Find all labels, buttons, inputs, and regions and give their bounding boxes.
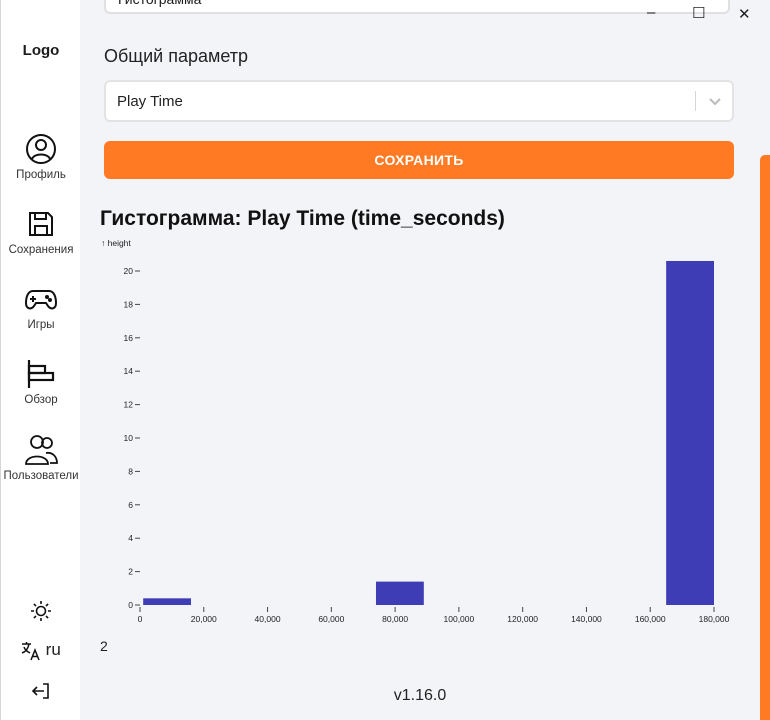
x-tick-label: 40,000 [255, 614, 281, 624]
sidebar-item-games[interactable]: Игры [1, 283, 81, 331]
scrollbar[interactable] [760, 155, 770, 720]
maximize-icon[interactable]: ☐ [692, 4, 705, 22]
histogram-chart: ↑ height 0 2 4 6 8 10 12 14 16 18 20 0 20,000 40,000… [101, 238, 730, 624]
floppy-disk-icon [29, 212, 53, 236]
language-label: ru [45, 640, 61, 659]
histogram-bar [375, 581, 424, 605]
chart-title: Гистограмма: Play Time (time_seconds) [100, 207, 505, 230]
y-tick-label: 12 [124, 400, 134, 410]
users-icon [25, 435, 58, 465]
sidebar-item-profile[interactable]: Профиль [1, 133, 81, 181]
y-tick-label: 20 [124, 266, 134, 276]
param-label: Общий параметр [104, 46, 249, 66]
sidebar-item-label: Сохранения [8, 244, 74, 256]
x-tick-label: 100,000 [444, 614, 475, 624]
language-switch[interactable]: ru [1, 640, 81, 661]
sidebar-item-label: Игры [27, 319, 55, 331]
x-tick-label: 0 [138, 614, 143, 624]
y-tick-label: 8 [128, 466, 133, 476]
minimize-icon[interactable]: – [647, 4, 655, 21]
x-tick-label: 20,000 [191, 614, 217, 624]
chart-type-select[interactable]: Гистограмма [104, 0, 730, 14]
histogram-bar [143, 598, 192, 605]
close-icon[interactable]: ✕ [738, 5, 751, 23]
sidebar-item-overview[interactable]: Обзор [1, 358, 81, 406]
param-select-value: Play Time [117, 93, 183, 110]
x-tick-label: 60,000 [318, 614, 344, 624]
y-tick-label: 10 [124, 433, 134, 443]
param-select[interactable]: Play Time [104, 80, 734, 122]
x-tick-label: 120,000 [507, 614, 538, 624]
theme-toggle[interactable] [1, 600, 81, 627]
y-tick-label: 16 [124, 333, 134, 343]
record-count: 2 [100, 638, 108, 654]
sidebar-item-label: Пользователи [3, 470, 79, 482]
y-tick-label: 4 [128, 533, 133, 543]
sidebar-item-label: Профиль [16, 169, 66, 181]
y-tick-label: 18 [124, 299, 134, 309]
bar-chart-icon [27, 360, 55, 388]
y-tick-label: 0 [128, 600, 133, 610]
logo[interactable]: Logo [1, 42, 81, 59]
x-tick-label: 80,000 [382, 614, 408, 624]
chevron-down-icon[interactable] [708, 95, 722, 109]
version-label: v1.16.0 [393, 687, 447, 704]
y-axis-label: ↑ height [101, 238, 131, 248]
x-tick-label: 140,000 [571, 614, 602, 624]
y-tick-label: 2 [128, 567, 133, 577]
y-tick-label: 6 [128, 500, 133, 510]
logout-button[interactable] [1, 681, 81, 706]
save-button[interactable]: СОХРАНИТЬ [104, 141, 734, 179]
histogram-bar [666, 260, 714, 605]
user-circle-icon [26, 134, 56, 164]
main-content: Гистограмма – ☐ ✕ Общий параметр Play Ti… [80, 0, 770, 720]
y-tick-label: 14 [124, 366, 134, 376]
gamepad-icon [24, 290, 58, 310]
sidebar-item-saves[interactable]: Сохранения [1, 208, 81, 256]
sidebar: Logo Профиль Сохранения Игры Обзор Польз… [0, 0, 81, 720]
select-separator [695, 91, 696, 111]
sidebar-item-label: Обзор [24, 394, 58, 406]
sidebar-item-users[interactable]: Пользователи [1, 432, 81, 482]
sun-icon [31, 601, 51, 621]
x-tick-label: 160,000 [635, 614, 666, 624]
translate-icon [21, 641, 40, 661]
logout-icon [31, 683, 49, 699]
x-tick-label: 180,000 [699, 614, 730, 624]
